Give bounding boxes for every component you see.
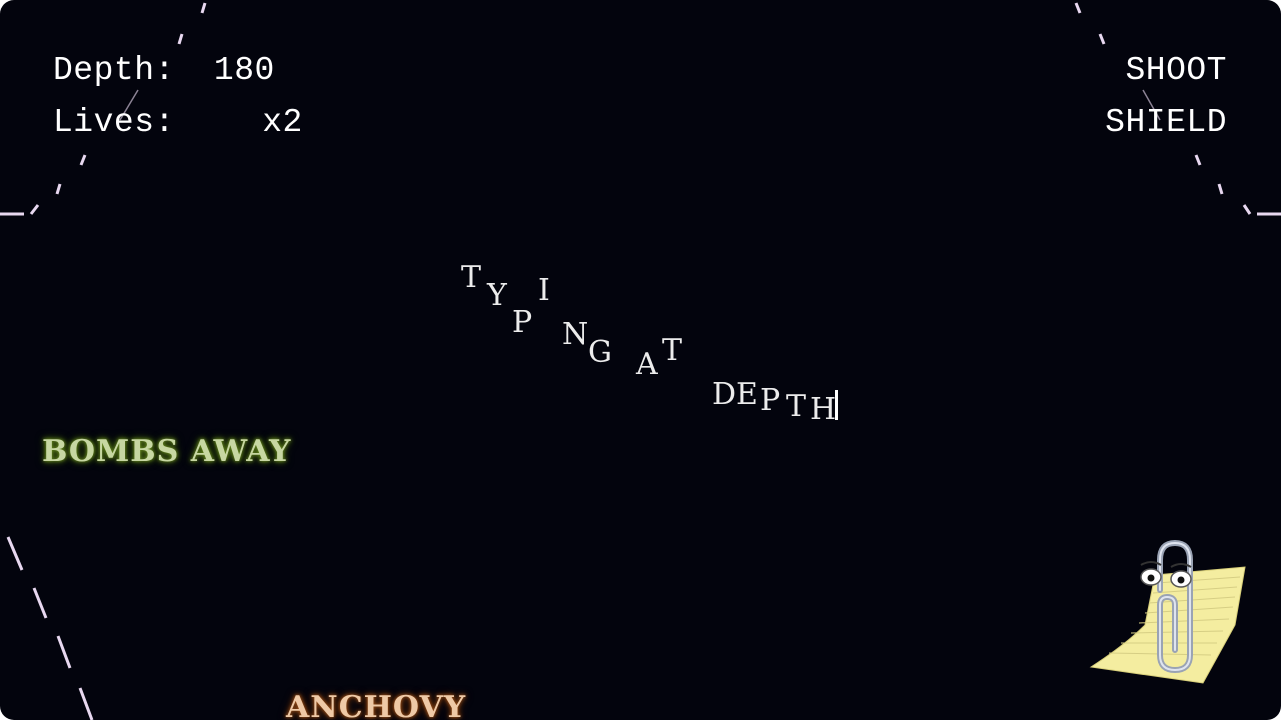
depth-label: Depth: [53, 52, 175, 89]
depth-stat: Depth: 180 [53, 52, 275, 89]
clippy-assistant-icon[interactable] [1085, 535, 1255, 695]
title-letter: I [538, 273, 550, 308]
title-letter: E [736, 377, 758, 412]
lives-value: x2 [262, 104, 303, 141]
title-letter: H [810, 392, 837, 427]
title-letter: T [786, 389, 807, 424]
title-letter: T [461, 260, 482, 295]
title-letter: Y [487, 278, 507, 313]
lives-label: Lives: [53, 104, 175, 141]
text-cursor [835, 390, 838, 420]
game-screen: Depth: 180 Lives: x2 SHOOT SHIELD TYPINGAT… [0, 0, 1281, 720]
lives-stat: Lives: x2 [53, 104, 303, 141]
depth-value: 180 [213, 52, 275, 89]
falling-word-bombs-away: BOMBS AWAY [42, 434, 292, 469]
title-letter: D [712, 377, 737, 412]
title-letter: P [760, 383, 781, 418]
title-letter: G [588, 335, 612, 370]
action-shoot: SHOOT [1125, 52, 1227, 89]
falling-word-anchovy: ANCHOVY [286, 690, 467, 720]
title-letter: T [662, 333, 683, 368]
action-shield: SHIELD [1105, 104, 1227, 141]
title-letter: N [562, 317, 589, 352]
title-letter: A [636, 347, 658, 382]
title-letter: P [512, 305, 533, 340]
